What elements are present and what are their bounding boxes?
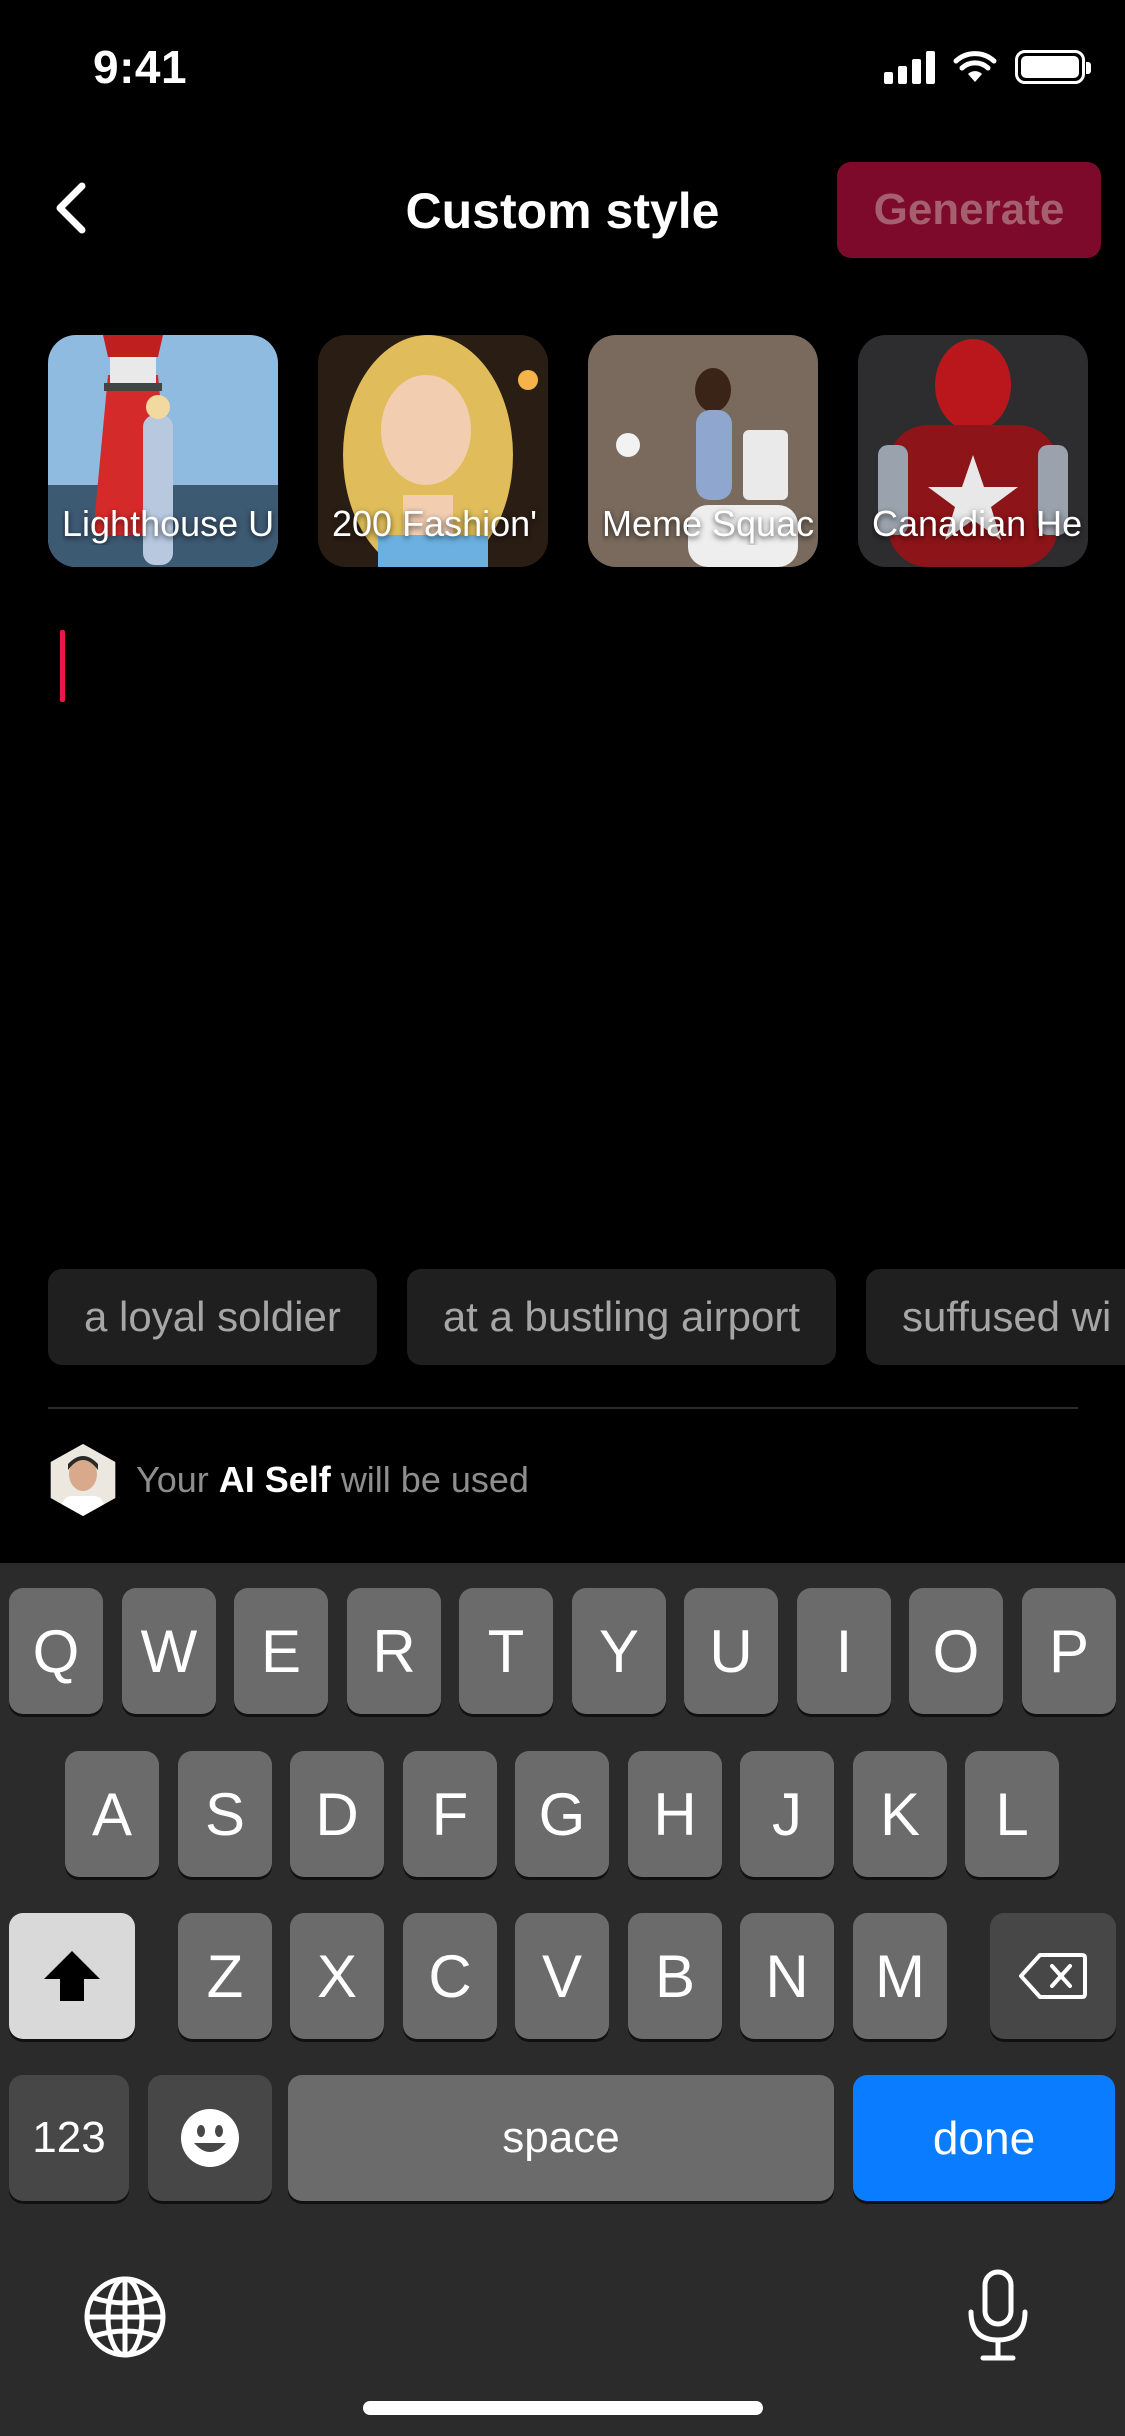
key-y[interactable]: Y (572, 1588, 666, 1714)
emoji-icon (181, 2109, 239, 2167)
key-c[interactable]: C (403, 1913, 497, 2039)
style-card-label: Meme Squac (602, 503, 815, 544)
space-key[interactable]: space (288, 2075, 834, 2201)
home-indicator (363, 2401, 763, 2415)
status-icons (884, 50, 1091, 84)
style-card-label: Canadian He (872, 503, 1083, 544)
cellular-signal-icon (884, 50, 935, 84)
key-i[interactable]: I (797, 1588, 891, 1714)
key-r[interactable]: R (347, 1588, 441, 1714)
key-w[interactable]: W (122, 1588, 216, 1714)
key-v[interactable]: V (515, 1913, 609, 2039)
wifi-icon (953, 51, 997, 82)
backspace-key[interactable] (990, 1913, 1116, 2039)
emoji-key[interactable] (148, 2075, 272, 2201)
key-l[interactable]: L (965, 1751, 1059, 1877)
shift-key[interactable] (9, 1913, 135, 2039)
style-card[interactable]: Lighthouse U (48, 335, 278, 567)
style-card-label: Lighthouse U (62, 503, 275, 544)
divider (48, 1407, 1078, 1409)
back-button[interactable] (40, 178, 100, 238)
done-key[interactable]: done (853, 2075, 1115, 2201)
suggestion-chip[interactable]: at a bustling airport (406, 1269, 837, 1365)
key-s[interactable]: S (178, 1751, 272, 1877)
key-x[interactable]: X (290, 1913, 384, 2039)
key-g[interactable]: G (515, 1751, 609, 1877)
backspace-icon (1019, 1953, 1087, 1999)
key-j[interactable]: J (740, 1751, 834, 1877)
style-carousel: Lighthouse U 200 Fashion' Meme Squac Can… (48, 335, 1125, 570)
key-t[interactable]: T (459, 1588, 553, 1714)
key-a[interactable]: A (65, 1751, 159, 1877)
key-o[interactable]: O (909, 1588, 1003, 1714)
style-card-label: 200 Fashion' (332, 503, 538, 544)
ai-self-notice: Your AI Self will be used (48, 1442, 529, 1518)
globe-icon[interactable] (82, 2274, 168, 2360)
header: Custom style Generate (0, 160, 1125, 260)
key-b[interactable]: B (628, 1913, 722, 2039)
ai-self-avatar (50, 1444, 116, 1516)
status-bar: 9:41 (0, 0, 1125, 140)
key-k[interactable]: K (853, 1751, 947, 1877)
status-time: 9:41 (93, 41, 188, 93)
style-card[interactable]: 200 Fashion' (318, 335, 548, 567)
generate-button[interactable]: Generate (837, 162, 1101, 258)
key-h[interactable]: H (628, 1751, 722, 1877)
numbers-key[interactable]: 123 (9, 2075, 129, 2201)
suggestion-chip[interactable]: a loyal soldier (48, 1269, 377, 1365)
suggestion-chips: a loyal soldier at a bustling airport su… (48, 1269, 1125, 1365)
key-n[interactable]: N (740, 1913, 834, 2039)
prompt-input-cursor[interactable] (60, 630, 65, 702)
battery-icon (1015, 50, 1091, 84)
key-f[interactable]: F (403, 1751, 497, 1877)
key-z[interactable]: Z (178, 1913, 272, 2039)
key-m[interactable]: M (853, 1913, 947, 2039)
style-card[interactable]: Meme Squac (588, 335, 818, 567)
style-card[interactable]: Canadian He (858, 335, 1088, 567)
chevron-left-icon (56, 182, 86, 234)
key-d[interactable]: D (290, 1751, 384, 1877)
key-u[interactable]: U (684, 1588, 778, 1714)
key-q[interactable]: Q (9, 1588, 103, 1714)
keyboard: Q W E R T Y U I O P A S D F G H J K L Z … (0, 1563, 1125, 2436)
key-p[interactable]: P (1022, 1588, 1116, 1714)
suggestion-chip[interactable]: suffused wi (866, 1269, 1125, 1365)
shift-icon (44, 1951, 100, 2001)
ai-self-text: Your AI Self will be used (136, 1459, 529, 1500)
key-e[interactable]: E (234, 1588, 328, 1714)
microphone-icon[interactable] (965, 2268, 1031, 2364)
